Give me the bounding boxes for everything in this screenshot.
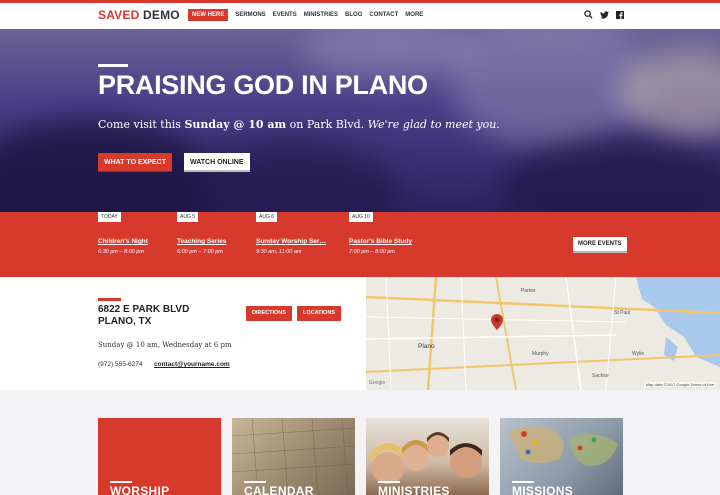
directions-button[interactable]: DIRECTIONS [246, 306, 292, 321]
card-accent-rule [378, 481, 400, 483]
map-graphic [366, 277, 720, 390]
location-map[interactable]: Parker St Paul Plano Murphy Wylie Sachse… [366, 277, 720, 390]
event-date-tag: AUG 6 [256, 212, 278, 222]
highway-line [426, 277, 438, 390]
facebook-icon[interactable] [616, 10, 624, 19]
event-date-tag: AUG 5 [177, 212, 199, 222]
card-accent-rule [244, 481, 266, 483]
location-panel: 6822 E PARK BLVD PLANO, TX DIRECTIONS LO… [0, 277, 366, 390]
logo-part-1: SAVED [98, 8, 140, 22]
road-line [366, 334, 617, 340]
map-label-parker: Parker [521, 288, 536, 294]
missions-card[interactable]: MISSIONS [500, 418, 623, 495]
hero-subtitle: Come visit this Sunday @ 10 am on Park B… [98, 118, 500, 131]
highway-line [495, 277, 517, 390]
hero-banner: PRAISING GOD IN PLANO Come visit this Su… [0, 29, 720, 212]
card-label: CALENDAR [244, 484, 314, 495]
calendar-card[interactable]: CALENDAR [232, 418, 355, 495]
logo-part-2: DEMO [143, 8, 180, 22]
events-bar: TODAY Children's Night 6:30 pm – 8:00 pm… [0, 212, 720, 277]
event-name[interactable]: Pastor's Bible Study [349, 238, 412, 245]
site-header: SAVED DEMO NEW HERE SERMONS EVENTS MINIS… [0, 3, 720, 29]
header-icons [584, 10, 624, 19]
event-name[interactable]: Sunday Worship Ser… [256, 238, 326, 245]
card-accent-rule [512, 481, 534, 483]
event-time: 6:30 pm – 8:00 pm [98, 249, 144, 255]
event-time: 9:30 am, 11:00 am [256, 249, 302, 255]
map-attribution[interactable]: Map data ©2017 Google Terms of Use [643, 382, 716, 387]
address-line-2: PLANO, TX [98, 316, 152, 327]
card-accent-rule [110, 481, 132, 483]
hero-sub-mid: on Park Blvd. [286, 118, 368, 131]
main-nav: NEW HERE SERMONS EVENTS MINISTRIES BLOG … [188, 9, 430, 21]
hero-title: PRAISING GOD IN PLANO [98, 70, 428, 100]
event-name[interactable]: Children's Night [98, 238, 148, 245]
ministries-card[interactable]: MINISTRIES [366, 418, 489, 495]
event-time: 7:00 pm – 8:00 pm [349, 249, 395, 255]
map-label-st-paul: St Paul [614, 310, 631, 316]
map-label-murphy: Murphy [532, 351, 549, 357]
event-time: 6:00 pm – 7:00 pm [177, 249, 223, 255]
address: 6822 E PARK BLVD PLANO, TX [98, 304, 189, 328]
locations-button[interactable]: LOCATIONS [297, 306, 341, 321]
road-line [385, 277, 392, 390]
road-line [565, 277, 582, 390]
hero-sub-pre: Come visit this [98, 118, 185, 131]
nav-sermons[interactable]: SERMONS [235, 12, 265, 18]
event-date-tag: TODAY [98, 212, 121, 222]
highway-line [366, 354, 720, 373]
map-google-logo: Google [369, 380, 386, 386]
hero-sub-italic: We're glad to meet you. [367, 118, 500, 131]
nav-events[interactable]: EVENTS [273, 12, 297, 18]
twitter-icon[interactable] [600, 10, 609, 19]
nav-ministries[interactable]: MINISTRIES [304, 12, 338, 18]
card-label: WORSHIP [110, 484, 170, 495]
nav-contact[interactable]: CONTACT [369, 12, 398, 18]
hero-bg-shape [500, 139, 720, 212]
event-date-tag: AUG 10 [349, 212, 373, 222]
nav-new-here[interactable]: NEW HERE [188, 9, 229, 21]
card-label: MISSIONS [512, 484, 574, 495]
lake-shape [636, 277, 720, 367]
contact-email-link[interactable]: contact@yourname.com [154, 361, 230, 368]
hero-bg-shape [180, 139, 400, 212]
nav-blog[interactable]: BLOG [345, 12, 362, 18]
hero-accent-rule [98, 64, 128, 67]
worship-card[interactable]: WORSHIP [98, 418, 221, 495]
map-label-plano: Plano [418, 343, 435, 350]
more-events-button[interactable]: MORE EVENTS [573, 237, 627, 253]
ministry-cards: WORSHIP CALENDAR MINISTRIES MISSIONS [0, 418, 720, 495]
address-line-1: 6822 E PARK BLVD [98, 304, 190, 315]
watch-online-button[interactable]: WATCH ONLINE [184, 153, 250, 172]
event-name[interactable]: Teaching Series [177, 238, 226, 245]
nav-more[interactable]: MORE [405, 12, 423, 18]
site-logo[interactable]: SAVED DEMO [98, 8, 180, 22]
what-to-expect-button[interactable]: WHAT TO EXPECT [98, 153, 172, 172]
road-line [460, 277, 467, 390]
card-label: MINISTRIES [378, 484, 450, 495]
map-label-wylie: Wylie [632, 351, 645, 357]
phone-number: (972) 555-6274 [98, 361, 143, 368]
hero-sub-bold: Sunday @ 10 am [184, 118, 287, 131]
map-label-sachse: Sachse [592, 373, 609, 379]
location-accent-rule [98, 298, 121, 301]
search-icon[interactable] [584, 10, 593, 19]
service-times: Sunday @ 10 am, Wednesday at 6 pm [98, 341, 232, 349]
